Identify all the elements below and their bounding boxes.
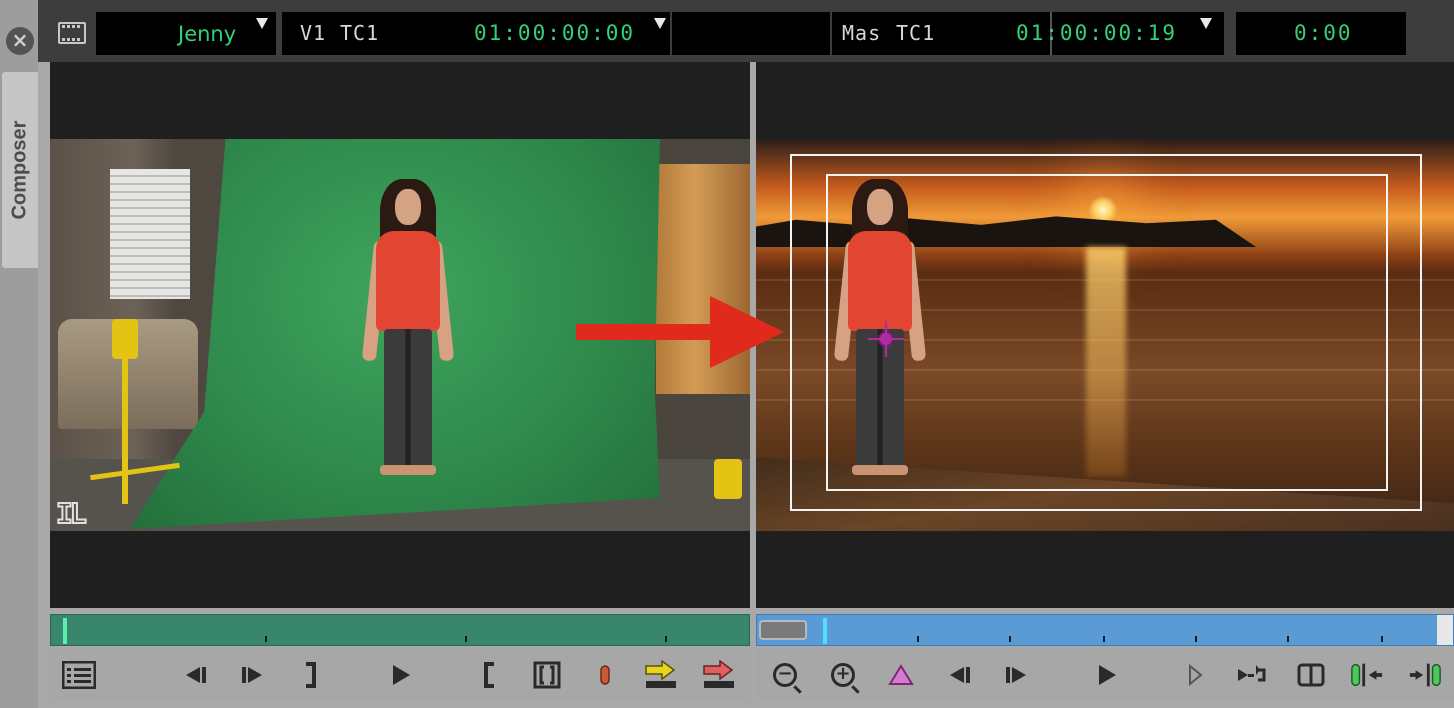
film-strip-icon[interactable] — [58, 22, 86, 44]
step-back-icon[interactable] — [942, 658, 976, 692]
composer-tab-label: Composer — [8, 120, 31, 220]
step-back-icon[interactable] — [178, 658, 212, 692]
record-controls: − + — [756, 648, 1454, 700]
clip-name: Jenny — [178, 22, 237, 46]
title-safe-box — [826, 174, 1388, 491]
source-timecode: 01:00:00:00 — [474, 21, 636, 45]
sidebar: × Composer — [0, 0, 38, 708]
duration-display[interactable]: 0:00 — [1236, 12, 1406, 55]
chevron-down-icon[interactable] — [256, 18, 268, 29]
duration: 0:00 — [1294, 21, 1353, 45]
record-playhead[interactable] — [823, 618, 827, 644]
record-monitor[interactable] — [756, 62, 1454, 608]
source-tc-label: TC1 — [340, 21, 380, 45]
splice-in-icon[interactable] — [644, 658, 678, 692]
composer-window: × Composer Jenny V1 TC1 01:00:00:00 Mas … — [0, 0, 1454, 708]
record-frame — [756, 139, 1454, 531]
work-light — [714, 459, 742, 499]
work-light — [112, 319, 138, 359]
window-blinds — [110, 169, 190, 299]
step-forward-icon[interactable] — [1000, 658, 1034, 692]
zoom-in-icon[interactable]: + — [826, 658, 860, 692]
loop-icon[interactable] — [1236, 658, 1270, 692]
split-view-icon[interactable] — [1294, 658, 1328, 692]
blank-display — [672, 12, 830, 55]
top-bar: Jenny V1 TC1 01:00:00:00 Mas TC1 01:00:0… — [38, 0, 1454, 62]
mark-clip-icon[interactable] — [530, 658, 564, 692]
trim-out-icon[interactable] — [1408, 658, 1442, 692]
mark-out-icon[interactable] — [294, 658, 328, 692]
source-controls — [50, 648, 750, 700]
overwrite-icon[interactable] — [702, 658, 736, 692]
chevron-down-icon[interactable] — [1200, 18, 1212, 29]
source-track: V1 — [300, 21, 327, 45]
record-timecode: 01:00:00:19 — [1016, 21, 1178, 45]
play-icon[interactable] — [384, 658, 418, 692]
timeline-scroll-thumb[interactable] — [759, 620, 807, 640]
il-logo: IL — [55, 496, 88, 531]
clip-name-menu[interactable]: Jenny — [96, 12, 276, 55]
record-timecode-display[interactable]: Mas TC1 01:00:00:19 — [832, 12, 1224, 55]
position-crosshair-icon[interactable] — [868, 321, 904, 357]
source-timecode-display[interactable]: V1 TC1 01:00:00:00 — [282, 12, 670, 55]
play-reverse-icon[interactable] — [1178, 658, 1212, 692]
clip-list-icon[interactable] — [62, 658, 96, 692]
timeline-end-cap — [1437, 615, 1453, 645]
add-marker-icon[interactable] — [884, 658, 918, 692]
close-icon[interactable]: × — [6, 27, 34, 55]
clear-marks-icon[interactable] — [588, 658, 622, 692]
trim-in-icon[interactable] — [1350, 658, 1384, 692]
record-timeline[interactable] — [756, 614, 1454, 646]
light-stand — [122, 354, 128, 504]
record-track: Mas — [842, 21, 882, 45]
source-timeline[interactable] — [50, 614, 750, 646]
chevron-down-icon[interactable] — [654, 18, 666, 29]
step-forward-icon[interactable] — [236, 658, 270, 692]
play-icon[interactable] — [1090, 658, 1124, 692]
zoom-out-icon[interactable]: − — [768, 658, 802, 692]
source-playhead[interactable] — [63, 618, 67, 644]
mark-in-icon[interactable] — [472, 658, 506, 692]
composer-tab[interactable]: Composer — [2, 72, 38, 268]
record-tc-label: TC1 — [896, 21, 936, 45]
red-arrow-icon — [576, 296, 784, 368]
